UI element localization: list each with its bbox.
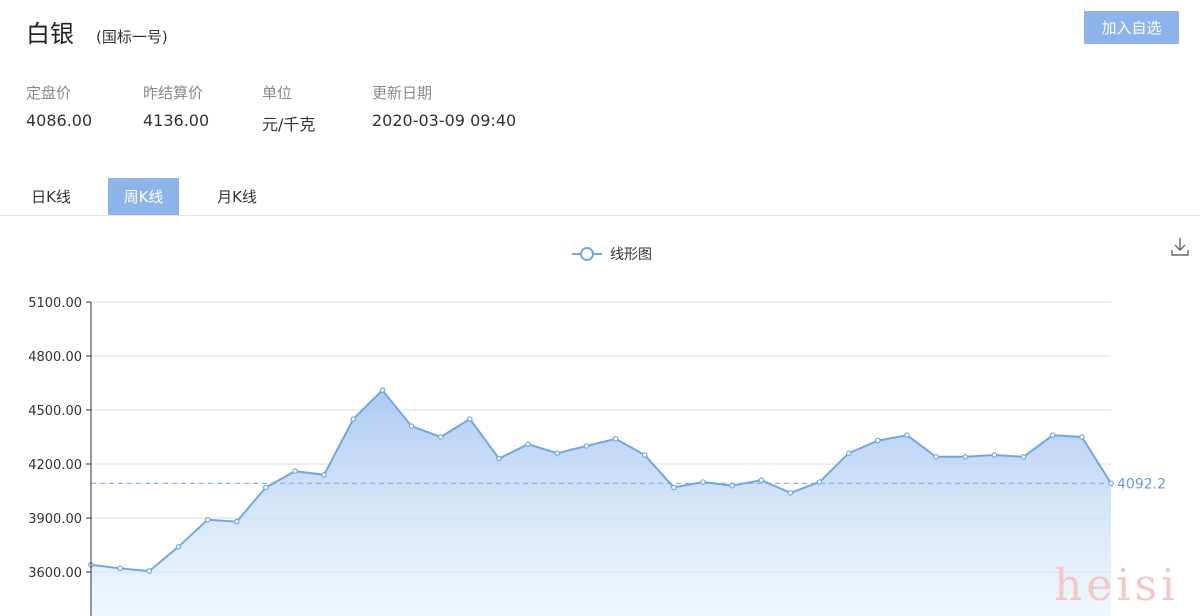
chart-data-point [612, 436, 619, 442]
chart-y-tick-label: 3900.00 [28, 512, 82, 527]
stat-label: 单位 [262, 84, 293, 102]
chart-data-point [496, 455, 502, 462]
stat-prev-settlement: 昨结算价 4136.00 [143, 82, 209, 130]
legend-marker-icon [580, 247, 594, 261]
chart-y-tick-label: 3600.00 [28, 566, 82, 581]
chart-y-tick-label: 4800.00 [28, 350, 82, 365]
stat-value: 元/千克 [262, 115, 316, 134]
chart-data-point [758, 477, 765, 484]
chart-data-point [263, 484, 269, 491]
tab-daily-kline[interactable]: 日K线 [16, 178, 86, 215]
stat-label: 更新日期 [372, 84, 433, 102]
chart-y-tick-label: 4500.00 [28, 404, 82, 419]
chart-data-point [641, 452, 648, 458]
stat-label: 定盘价 [26, 84, 72, 102]
page-subtitle: (国标一号) [96, 28, 168, 46]
chart-data-point [1020, 454, 1027, 460]
chart-data-point [962, 454, 969, 460]
page-title: 白银 [26, 20, 74, 48]
chart-y-tick-label: 4200.00 [28, 458, 82, 473]
chart-data-point [991, 452, 998, 458]
chart-data-point [845, 450, 852, 457]
chart-data-point [350, 416, 357, 422]
chart-data-point [408, 423, 415, 430]
chart-data-point [525, 441, 531, 448]
chart-data-point [1108, 480, 1114, 487]
chart-data-point [787, 489, 794, 496]
chart-data-point [437, 434, 444, 440]
chart-data-point [467, 416, 473, 422]
stat-value: 4136.00 [143, 111, 210, 130]
legend-label: 线形图 [610, 247, 652, 263]
stat-fixing-price: 定盘价 4086.00 [26, 82, 92, 130]
chart-data-point [700, 479, 706, 485]
chart-area-fill [91, 390, 1111, 616]
chart-data-point [583, 443, 590, 449]
chart-data-point [117, 565, 123, 572]
chart-legend: 线形图 [572, 247, 652, 263]
chart-data-point [233, 518, 240, 525]
chart-data-point [1079, 434, 1085, 440]
chart-data-point [933, 454, 939, 460]
kline-tabs: 日K线 周K线 月K线 [0, 178, 1200, 216]
stat-unit: 单位 元/千克 [262, 82, 315, 135]
chart-markline-label: 4092.2 [1117, 476, 1166, 492]
chart-y-tick-label: 5100.00 [28, 296, 82, 311]
tab-monthly-kline[interactable]: 月K线 [202, 178, 272, 215]
add-to-watchlist-button[interactable]: 加入自选 [1084, 11, 1179, 44]
chart-data-point [204, 516, 211, 523]
stat-update-date: 更新日期 2020-03-09 09:40 [372, 82, 516, 130]
chart-data-point [904, 432, 910, 439]
chart-data-point [146, 568, 153, 574]
chart-data-point [379, 387, 386, 394]
chart-data-point [875, 437, 881, 444]
chart-data-point [729, 482, 735, 489]
chart-data-point [816, 479, 823, 485]
chart-data-point [292, 468, 298, 475]
price-chart: 3600.00 3900.00 4200.00 4500.00 4800.00 5100.… [28, 247, 1166, 616]
chart-data-point [554, 450, 561, 457]
stat-label: 昨结算价 [143, 84, 204, 102]
watermark-text: heisi [1054, 560, 1180, 611]
page-header: 白银 (国标一号) [26, 14, 168, 49]
stat-value: 2020-03-09 09:40 [372, 111, 517, 130]
stat-value: 4086.00 [26, 111, 93, 130]
chart-data-point [1049, 432, 1056, 439]
chart-data-point [671, 484, 677, 491]
tab-weekly-kline[interactable]: 周K线 [108, 178, 179, 215]
chart-data-point [175, 543, 182, 550]
chart-data-point [321, 471, 327, 478]
